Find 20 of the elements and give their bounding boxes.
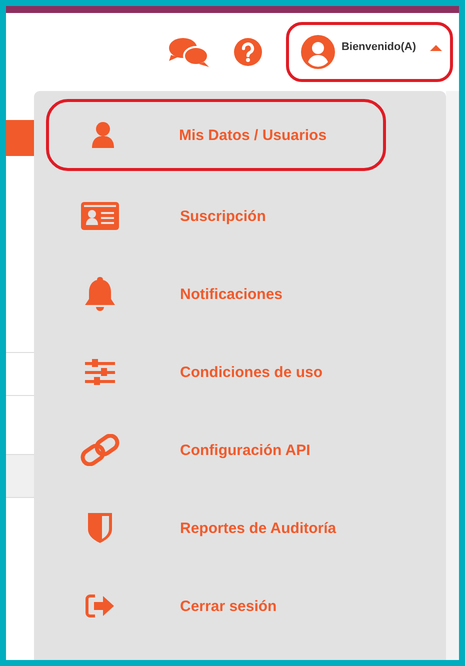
- chat-icon[interactable]: [168, 36, 210, 68]
- greeting-text: Bienvenido(A): [341, 41, 416, 53]
- link-icon: [80, 434, 120, 466]
- menu-item[interactable]: Suscripción: [50, 177, 382, 255]
- menu-item[interactable]: Reportes de Auditoría: [50, 489, 382, 567]
- avatar-icon: [301, 35, 336, 69]
- id-card-icon: [81, 202, 119, 230]
- logout-icon: [85, 594, 115, 618]
- menu-item[interactable]: Mis Datos / Usuarios: [46, 99, 386, 171]
- menu-item[interactable]: Notificaciones: [50, 255, 382, 333]
- help-icon[interactable]: [234, 38, 262, 66]
- menu-item[interactable]: Configuración API: [50, 411, 382, 489]
- user-menu-button[interactable]: Bienvenido(A): [286, 22, 453, 82]
- user-icon: [91, 121, 115, 149]
- page-background-strip: [6, 120, 34, 156]
- sliders-icon: [85, 359, 115, 385]
- bell-icon: [84, 277, 116, 311]
- shield-icon: [88, 513, 112, 543]
- menu-item[interactable]: Condiciones de uso: [50, 333, 382, 411]
- menu-item[interactable]: Cerrar sesión: [50, 567, 382, 645]
